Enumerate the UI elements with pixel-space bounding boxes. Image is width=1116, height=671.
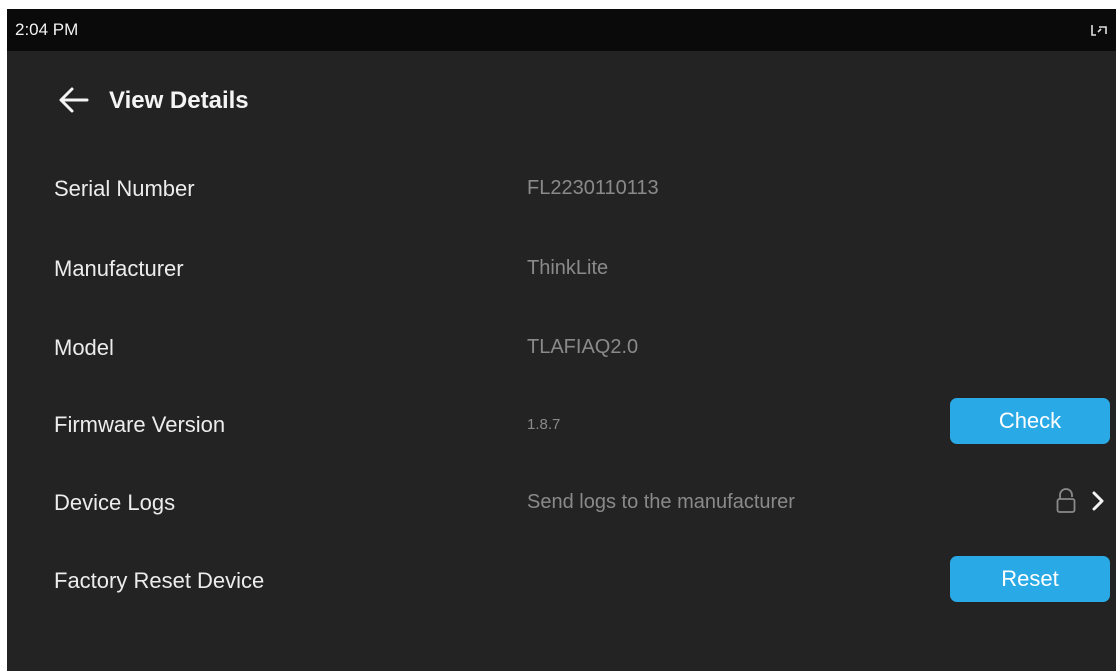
serial-number-label: Serial Number (54, 176, 195, 201)
model-label: Model (54, 335, 114, 360)
page-title: View Details (109, 87, 249, 114)
firmware-version-value: 1.8.7 (527, 416, 561, 433)
device-logs-label: Device Logs (54, 490, 176, 515)
manufacturer-label: Manufacturer (54, 256, 184, 281)
factory-reset-label: Factory Reset Device (54, 568, 265, 593)
firmware-version-label: Firmware Version (54, 412, 226, 437)
check-button[interactable]: Check (950, 398, 1110, 444)
arrow-left-icon (54, 87, 94, 121)
serial-number-value: FL2230110113 (527, 177, 659, 199)
header: View Details (54, 83, 454, 117)
chevron-right-icon[interactable] (1090, 490, 1106, 512)
device-logs-value: Send logs to the manufacturer (527, 491, 795, 513)
back-button[interactable] (54, 83, 94, 117)
manufacturer-value: ThinkLite (527, 257, 609, 279)
cast-icon (1090, 22, 1110, 38)
row-model: Model TLAFIAQ2.0 (7, 327, 1116, 367)
device-screen: 2:04 PM View Details Serial Number FL223… (7, 9, 1116, 671)
row-serial-number: Serial Number FL2230110113 (7, 168, 1116, 208)
status-bar: 2:04 PM (7, 9, 1116, 51)
lock-icon (1055, 487, 1077, 515)
reset-button[interactable]: Reset (950, 556, 1110, 602)
status-time: 2:04 PM (15, 20, 79, 39)
model-value: TLAFIAQ2.0 (527, 336, 639, 358)
row-manufacturer: Manufacturer ThinkLite (7, 248, 1116, 288)
row-device-logs[interactable]: Device Logs Send logs to the manufacture… (7, 482, 1116, 522)
